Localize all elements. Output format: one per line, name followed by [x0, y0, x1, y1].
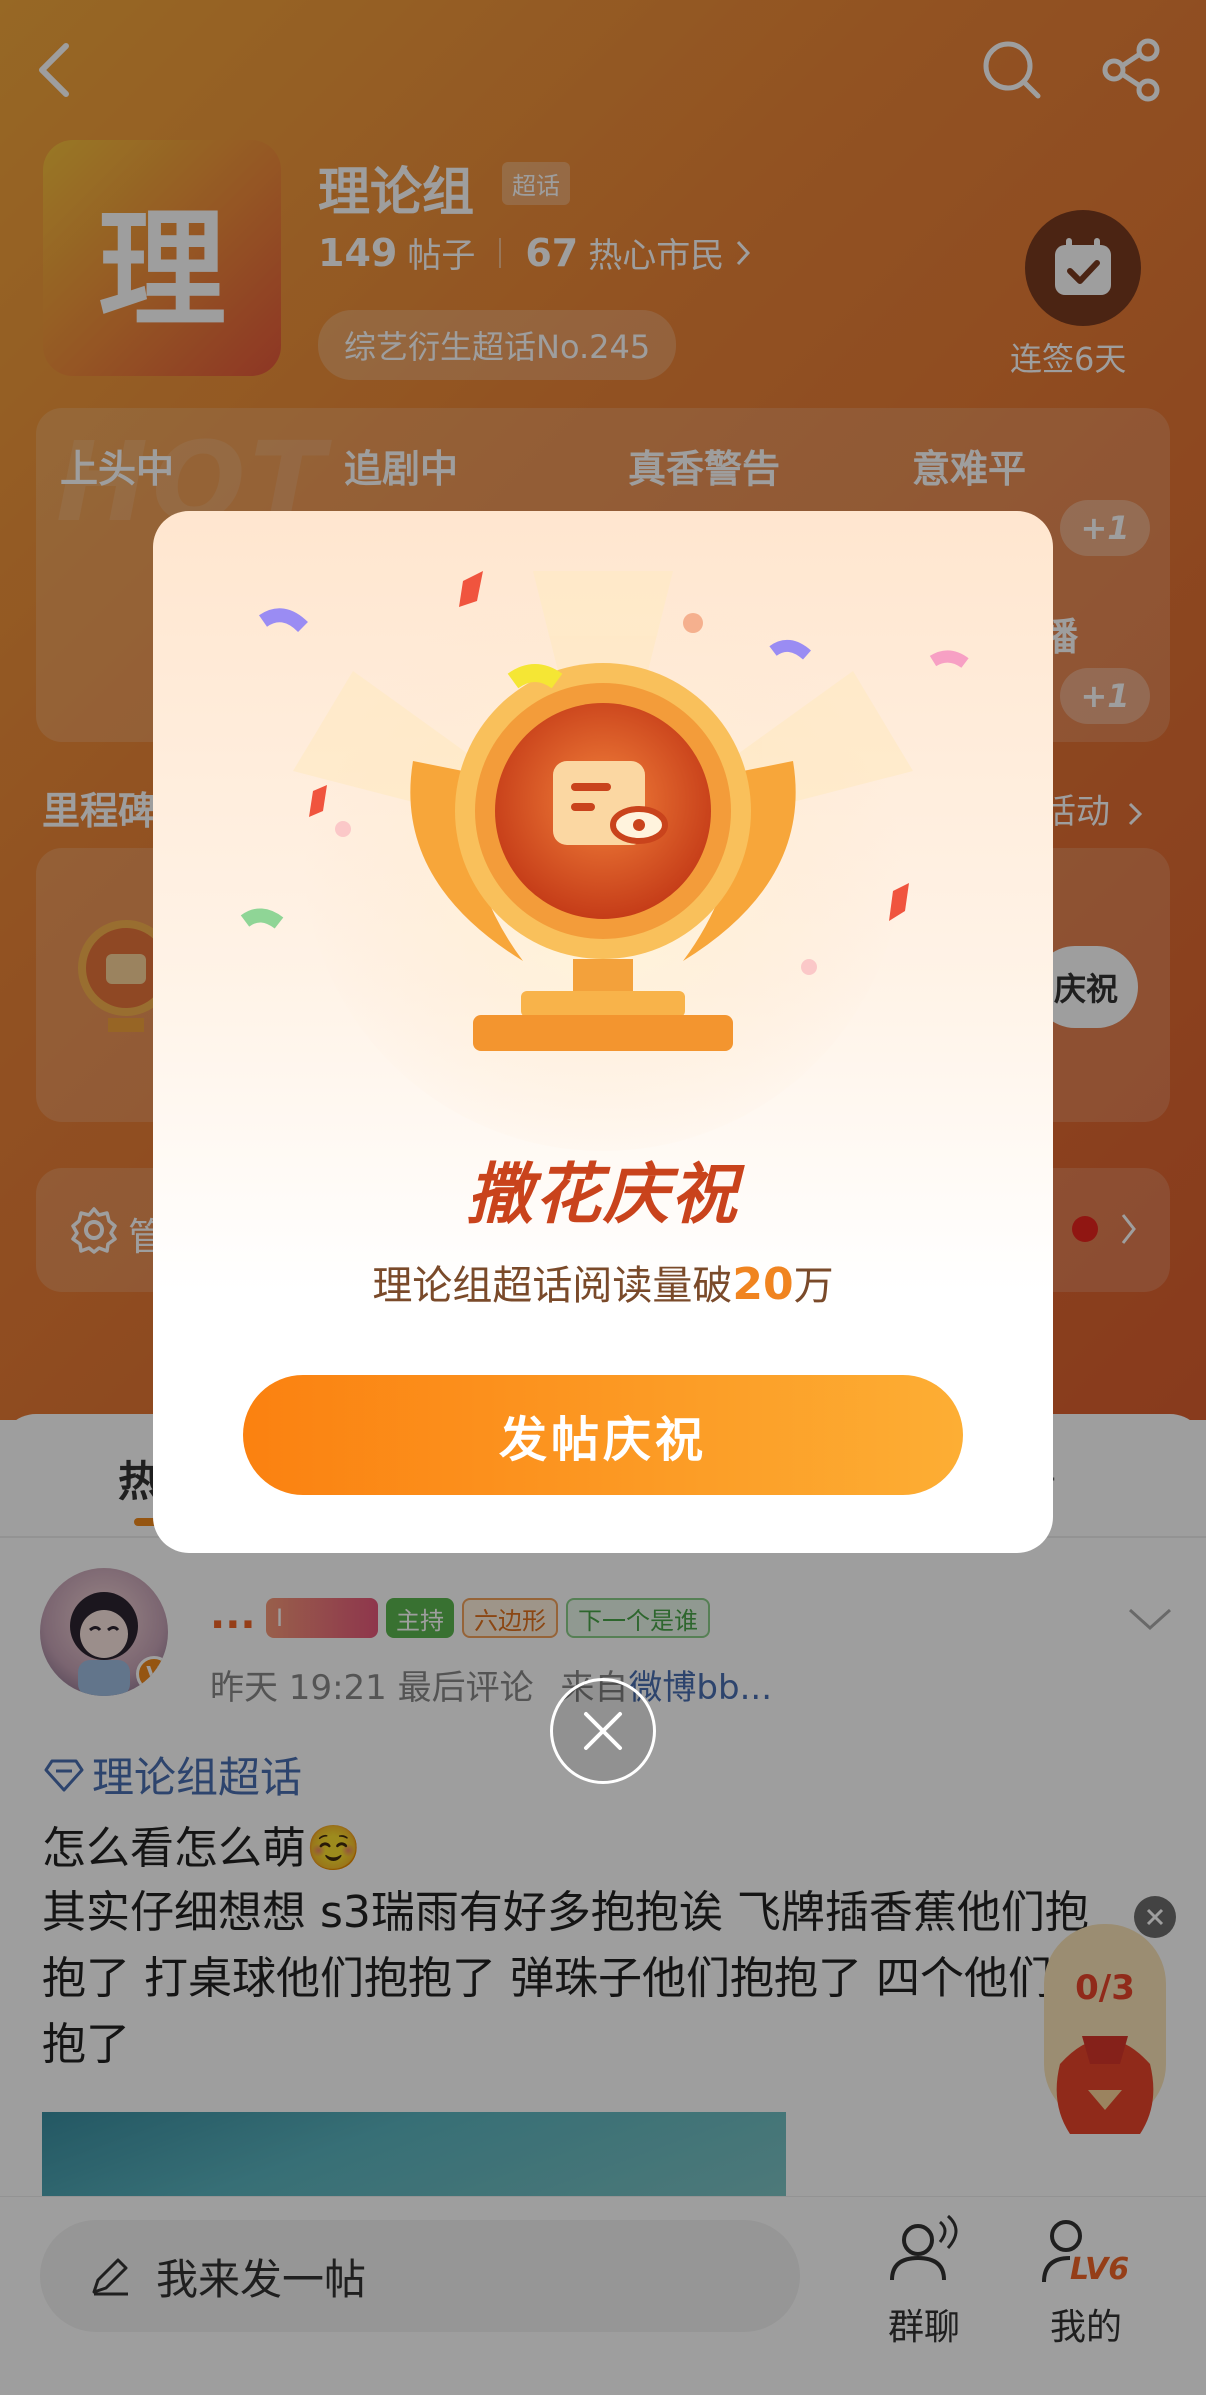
modal-title: 撒花庆祝 — [467, 1156, 739, 1233]
celebration-modal: 撒花庆祝 理论组超话阅读量破20万 发帖庆祝 — [153, 511, 1053, 1553]
app-screen: 理 理论组 超话 149 帖子 67 热心市民 综艺衍生超话No.245 连签6… — [0, 0, 1206, 2395]
modal-desc-number: 20 — [732, 1259, 794, 1310]
modal-description: 理论组超话阅读量破20万 — [153, 1253, 1053, 1311]
modal-desc-prefix: 理论组超话阅读量破 — [372, 1263, 733, 1309]
close-icon — [584, 1712, 622, 1750]
modal-close-button[interactable] — [550, 1678, 656, 1784]
modal-desc-suffix: 万 — [793, 1263, 834, 1309]
trophy-illustration — [240, 551, 969, 1151]
post-celebrate-button[interactable]: 发帖庆祝 — [243, 1375, 963, 1495]
